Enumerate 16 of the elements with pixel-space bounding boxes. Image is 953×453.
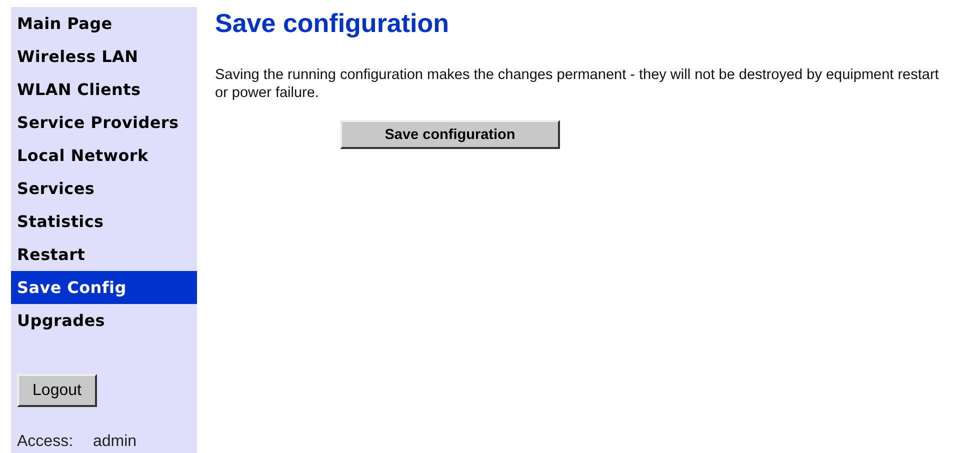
- nav-item[interactable]: Upgrades: [11, 304, 197, 337]
- page-title: Save configuration: [215, 7, 450, 39]
- save-button[interactable]: Save configuration: [340, 120, 560, 149]
- nav-item[interactable]: Save Config: [11, 271, 197, 304]
- nav-item[interactable]: Statistics: [11, 205, 197, 238]
- logout-button[interactable]: Logout: [17, 374, 97, 407]
- access-value: admin: [93, 433, 137, 451]
- nav-item[interactable]: Service Providers: [11, 106, 197, 139]
- nav-item[interactable]: Restart: [11, 238, 197, 271]
- nav-item[interactable]: Wireless LAN: [11, 40, 197, 73]
- access-label: Access:: [17, 433, 74, 451]
- description: Saving the running configuration makes the changes permanent - they will not be destroyed by equipment restart or power failure.: [215, 66, 940, 102]
- nav-item[interactable]: Local Network: [11, 139, 197, 172]
- nav-item[interactable]: WLAN Clients: [11, 73, 197, 106]
- nav-item[interactable]: Main Page: [11, 7, 197, 40]
- nav-item[interactable]: Services: [11, 172, 197, 205]
